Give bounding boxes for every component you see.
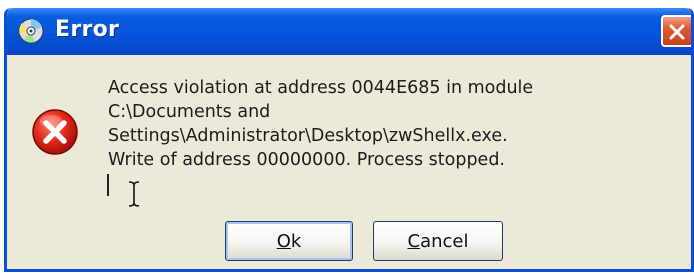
error-dialog: Error Access violation at address 0044E6… bbox=[4, 8, 694, 272]
close-button[interactable] bbox=[661, 15, 691, 47]
title-bar[interactable]: Error bbox=[7, 8, 691, 55]
close-icon bbox=[669, 24, 685, 40]
text-caret bbox=[107, 174, 109, 196]
cancel-accelerator: C bbox=[407, 230, 421, 252]
error-x-icon bbox=[32, 109, 78, 155]
cancel-label: ancel bbox=[420, 230, 469, 252]
error-message: Access violation at address 0044E685 in … bbox=[108, 76, 668, 172]
cd-disc-icon bbox=[18, 18, 44, 44]
message-line: C:\Documents and bbox=[108, 102, 271, 122]
ok-button[interactable]: Ok bbox=[225, 221, 353, 261]
ok-accelerator: O bbox=[276, 230, 291, 252]
ibeam-cursor-icon bbox=[128, 181, 140, 207]
window-title: Error bbox=[55, 17, 120, 42]
message-line: Write of address 00000000. Process stopp… bbox=[108, 150, 505, 170]
message-line: Settings\Administrator\Desktop\zwShellx.… bbox=[108, 126, 508, 146]
ok-label: k bbox=[290, 230, 302, 252]
message-line: Access violation at address 0044E685 in … bbox=[108, 78, 534, 98]
cancel-button[interactable]: Cancel bbox=[373, 221, 503, 261]
